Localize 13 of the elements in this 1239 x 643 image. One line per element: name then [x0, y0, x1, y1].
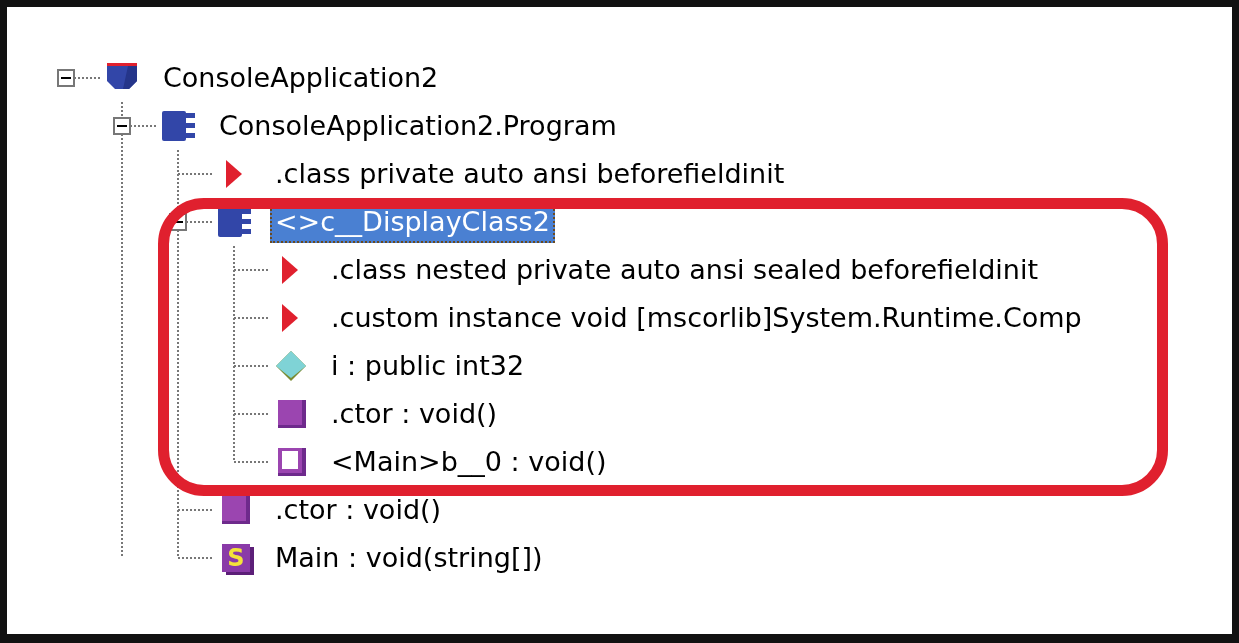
- tree-item[interactable]: .custom instance void [mscorlib]System.Runtime.Comp: [326, 297, 1087, 339]
- tree-item[interactable]: ConsoleApplication2.Program: [214, 105, 622, 147]
- tree-item[interactable]: .ctor : void(): [326, 393, 503, 435]
- collapse-toggle[interactable]: [56, 68, 76, 88]
- collapse-toggle[interactable]: [112, 116, 132, 136]
- tree-item[interactable]: ConsoleApplication2: [158, 57, 444, 99]
- tree-item[interactable]: .ctor : void(): [270, 489, 447, 531]
- tree-item[interactable]: .class private auto ansi beforefieldinit: [270, 153, 790, 195]
- tree-item[interactable]: <Main>b__0 : void(): [326, 441, 612, 483]
- tree-item[interactable]: i : public int32: [326, 345, 530, 387]
- class-block-icon: [160, 109, 198, 143]
- tree-item[interactable]: Main : void(string[]): [270, 537, 548, 579]
- tree-item[interactable]: .class nested private auto ansi sealed beforefieldinit: [326, 249, 1043, 291]
